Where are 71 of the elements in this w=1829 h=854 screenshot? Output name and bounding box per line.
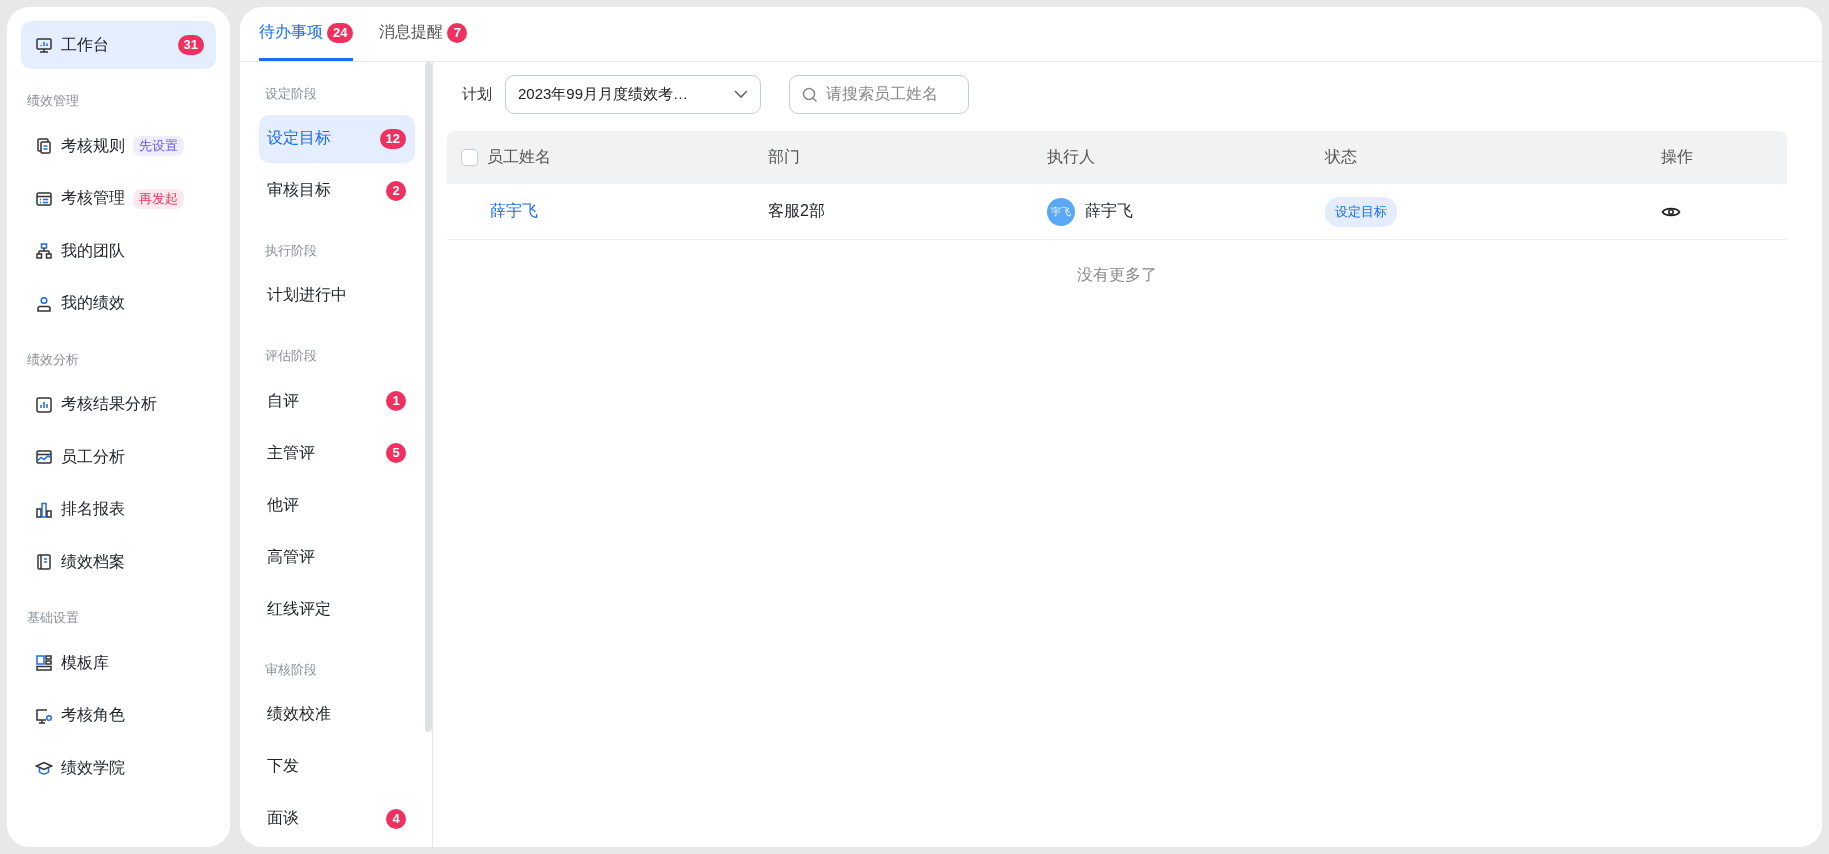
ranking-icon (35, 500, 53, 519)
scrollbar[interactable] (425, 62, 433, 847)
image-icon (35, 448, 53, 466)
menu-item[interactable]: 考核管理 再发起 (21, 174, 216, 223)
empty-message: 没有更多了 (1076, 265, 1158, 285)
menu-item[interactable]: 考核角色 (21, 691, 216, 740)
column-header: 员工姓名 (487, 147, 551, 167)
section-heading: 审核阶段 (264, 660, 318, 679)
menu-item[interactable]: 下发 (259, 742, 415, 791)
menu-item[interactable]: 绩效档案 (21, 538, 216, 586)
section-heading: 绩效分析 (26, 350, 80, 369)
menu-item[interactable]: 我的绩效 (21, 279, 216, 328)
count-badge: 7 (447, 22, 468, 43)
search-field[interactable]: 请搜索员工姓名 (789, 74, 969, 114)
list-icon (35, 189, 53, 208)
table-cell-text: 客服2部 (768, 201, 825, 221)
tag: 先设置 (133, 136, 184, 156)
column-header: 部门 (768, 147, 800, 167)
count-badge: 5 (386, 443, 406, 464)
name-link[interactable]: 薛宇飞 (490, 201, 538, 222)
menu-item[interactable]: 考核结果分析 (21, 380, 216, 429)
avatar: 宇飞 (1047, 197, 1075, 226)
status-tag: 设定目标 (1325, 196, 1397, 227)
menu-item[interactable]: 排名报表 (21, 485, 216, 534)
menu-item[interactable]: 计划进行中 (259, 272, 415, 320)
section-heading: 设定阶段 (264, 85, 318, 103)
bar-chart-icon (35, 395, 53, 414)
section-heading: 评估阶段 (264, 347, 318, 366)
section-heading: 绩效管理 (26, 92, 80, 110)
org-chart-icon (35, 242, 53, 260)
monitor-icon (35, 36, 53, 54)
menu-item[interactable]: 员工分析 (21, 433, 216, 481)
menu-item[interactable]: 设定目标 12 (259, 115, 415, 163)
count-badge: 1 (386, 391, 406, 412)
menu-item[interactable]: 面谈 4 (259, 794, 415, 843)
table-cell-text: 薛宇飞 (1085, 201, 1133, 221)
menu-item[interactable]: 我的团队 (21, 227, 216, 275)
monitor-gear-icon (35, 706, 53, 725)
count-badge: 24 (327, 22, 354, 43)
menu-item[interactable]: 审核目标 2 (259, 167, 415, 215)
menu-item[interactable]: 考核规则 先设置 (21, 122, 216, 170)
plan-dropdown[interactable]: 2023年99月月度绩效考… (505, 74, 761, 114)
checkbox[interactable] (461, 149, 478, 166)
menu-item[interactable]: 主管评 5 (259, 429, 415, 477)
document-icon (35, 137, 53, 155)
tab[interactable]: 待办事项 24 (259, 7, 354, 61)
menu-item[interactable]: 自评 1 (259, 377, 415, 425)
menu-item[interactable]: 绩效学院 (21, 744, 216, 792)
count-badge: 2 (386, 180, 406, 201)
user-icon (35, 294, 53, 313)
tab[interactable]: 消息提醒 7 (379, 7, 468, 61)
book-icon (35, 553, 53, 571)
count-badge: 4 (386, 808, 406, 829)
column-header: 执行人 (1047, 147, 1095, 167)
graduation-cap-icon (35, 759, 53, 777)
template-icon (35, 654, 53, 672)
column-header: 状态 (1325, 147, 1357, 167)
menu-item[interactable]: 高管评 (259, 533, 415, 582)
menu-item[interactable]: 模板库 (21, 639, 216, 687)
menu-item[interactable]: 他评 (259, 481, 415, 530)
section-heading: 执行阶段 (264, 242, 318, 261)
field-label: 计划 (462, 84, 492, 104)
count-badge: 31 (177, 35, 204, 55)
chevron-down-icon (734, 90, 748, 98)
menu-item[interactable]: 工作台 31 (21, 21, 216, 69)
menu-item[interactable]: 红线评定 (259, 585, 415, 634)
count-badge: 12 (379, 128, 406, 149)
column-header: 操作 (1661, 147, 1693, 167)
menu-item[interactable]: 绩效校准 (259, 690, 415, 739)
section-heading: 基础设置 (26, 609, 80, 627)
tag: 再发起 (133, 188, 184, 209)
